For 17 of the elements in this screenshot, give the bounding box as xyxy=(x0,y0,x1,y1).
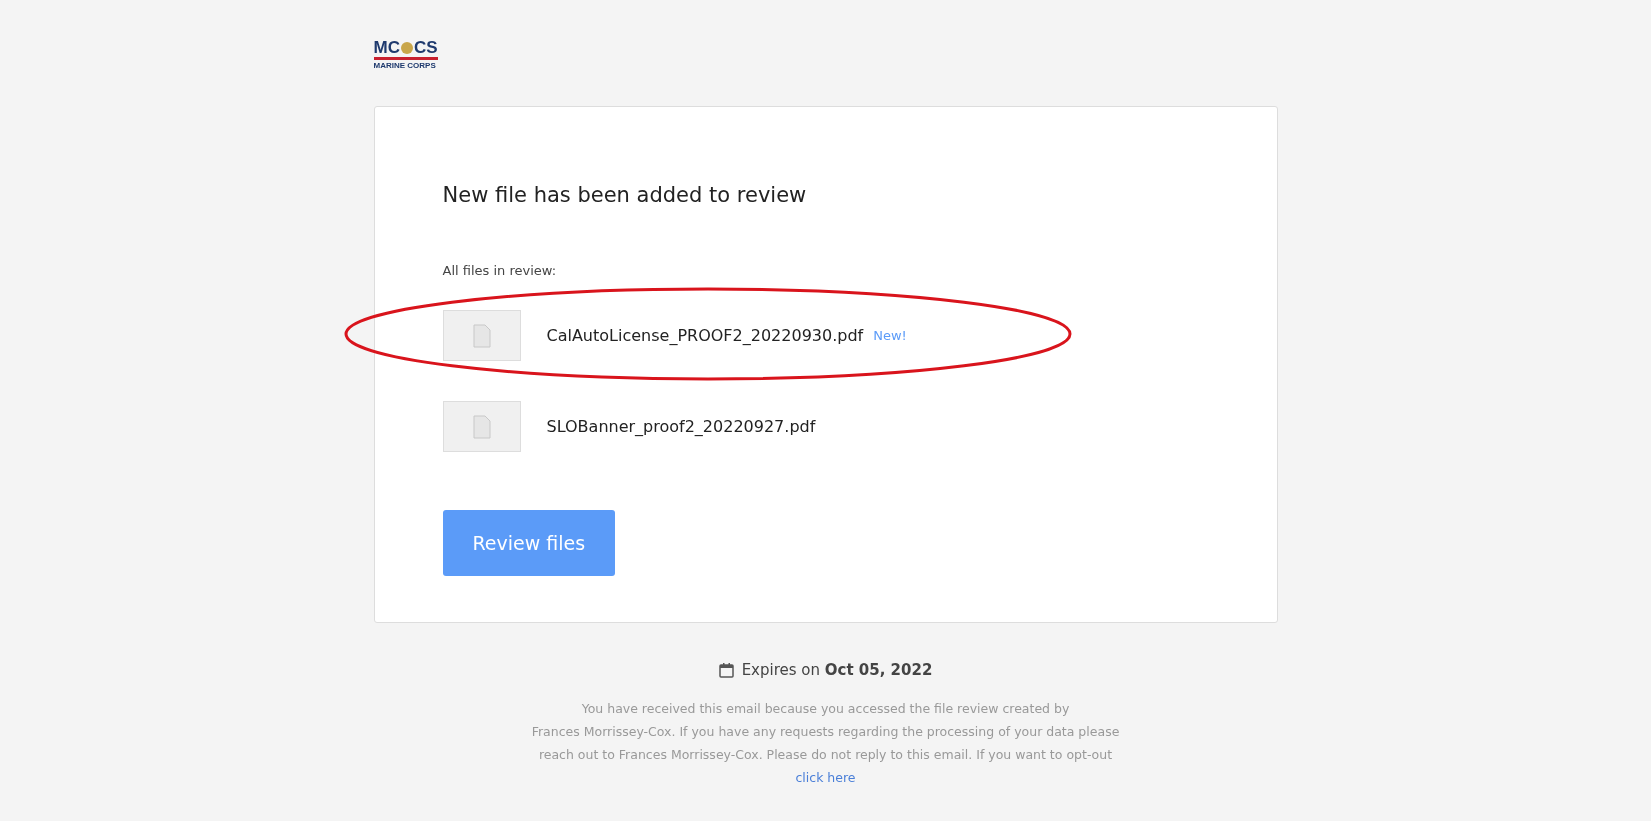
files-label: All files in review: xyxy=(442,263,558,278)
document-icon xyxy=(472,414,491,439)
logo-subtitle: MARINE CORPS xyxy=(373,61,437,70)
footer-text: reach out to Frances Morrissey-Cox. Please do not reply to this email. If you want to opt-out xyxy=(537,746,1114,764)
file-name[interactable]: CalAutoLicense_PROOF2_20220930.pdf xyxy=(546,326,864,345)
footer-text: Frances Morrissey-Cox. If you have any requests regarding the processing of your data please xyxy=(530,723,1121,741)
footer-text: You have received this email because you accessed the file review created by xyxy=(580,700,1071,718)
logo-text: MC xyxy=(373,39,400,56)
logo-text: CS xyxy=(413,39,438,56)
new-label: New! xyxy=(873,328,907,343)
opt-out-link[interactable]: click here xyxy=(795,770,856,785)
expiry-text: Expires on Oct 05, 2022 xyxy=(741,661,933,679)
emblem-icon xyxy=(400,41,413,54)
calendar-icon xyxy=(718,662,734,678)
heading: New file has been added to review xyxy=(442,183,808,207)
file-name[interactable]: SLOBanner_proof2_20220927.pdf xyxy=(546,417,816,436)
document-icon xyxy=(472,323,491,348)
